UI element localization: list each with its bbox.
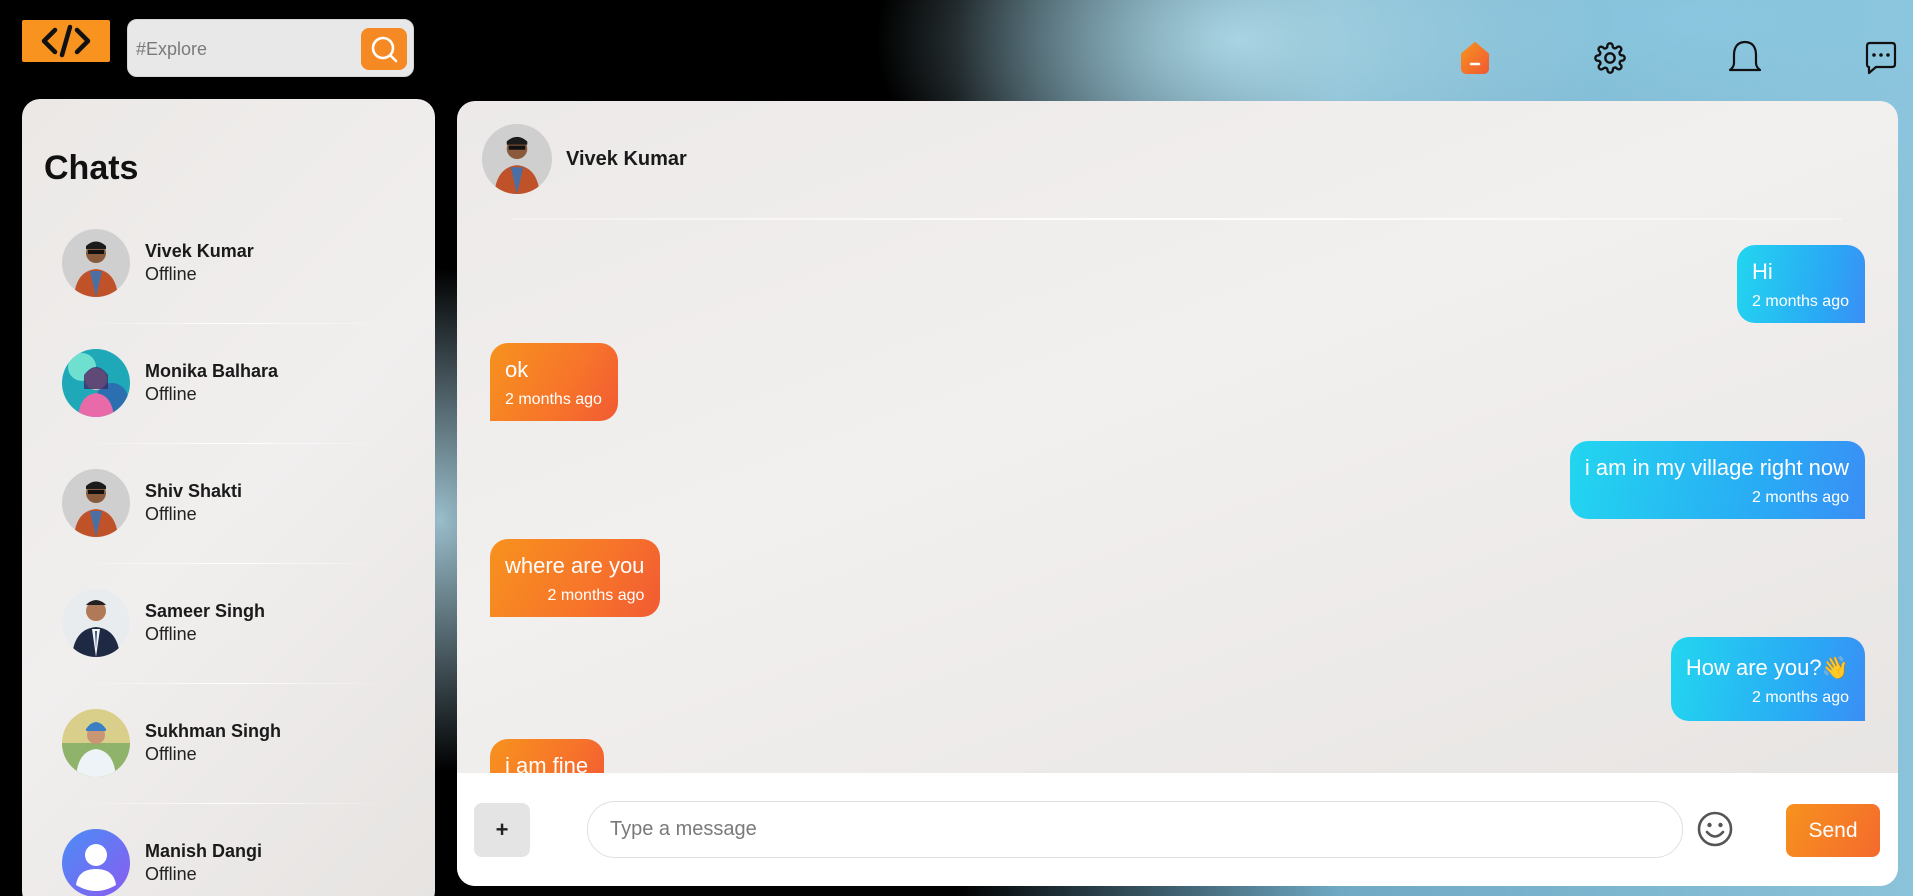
chat-list-item[interactable]: Manish Dangi Offline xyxy=(62,823,402,896)
outgoing-message: i am in my village right now 2 months ag… xyxy=(1569,441,1865,519)
chat-contact-name: Shiv Shakti xyxy=(145,481,243,501)
chat-divider xyxy=(72,683,392,684)
attach-button[interactable]: + xyxy=(474,803,530,857)
chat-list-item[interactable]: Shiv Shakti Offline xyxy=(62,463,402,543)
chat-list-item[interactable]: Sameer Singh Offline xyxy=(62,583,402,663)
chat-header: Vivek Kumar xyxy=(482,124,687,194)
message-composer: + Send xyxy=(457,773,1898,886)
avatar xyxy=(62,709,130,777)
chats-sidebar: Chats Vivek Kumar Offline Monika Balhara… xyxy=(22,99,435,896)
chat-window: Vivek Kumar Hi 2 months ago ok 2 months … xyxy=(457,101,1898,886)
search-input[interactable] xyxy=(136,32,356,66)
chat-contact-name: Vivek Kumar xyxy=(145,241,254,261)
message-text: where are you xyxy=(505,553,645,578)
chat-header-name: Vivek Kumar xyxy=(566,147,687,170)
message-text: How are you?👋 xyxy=(1685,655,1849,680)
sidebar-title: Chats xyxy=(44,149,139,187)
search-icon xyxy=(371,36,398,63)
gear-icon xyxy=(1594,42,1626,74)
chat-contact-status: Offline xyxy=(145,384,197,404)
chat-list-item[interactable]: Monika Balhara Offline xyxy=(62,343,402,423)
chat-divider xyxy=(72,443,392,444)
code-brackets-icon xyxy=(41,24,91,58)
chat-contact-status: Offline xyxy=(145,504,197,524)
chat-divider xyxy=(72,563,392,564)
chat-contact-status: Offline xyxy=(145,744,197,764)
chat-bubble-icon xyxy=(1865,41,1897,75)
message-text: Hi xyxy=(1752,259,1773,284)
message-time: 2 months ago xyxy=(1752,293,1849,310)
message-text: i am in my village right now xyxy=(1584,455,1849,480)
outgoing-message: Hi 2 months ago xyxy=(1737,245,1865,323)
message-time: 2 months ago xyxy=(1752,689,1849,706)
avatar xyxy=(62,349,130,417)
message-time: 2 months ago xyxy=(1752,489,1849,506)
home-icon xyxy=(1461,42,1489,74)
message-text: ok xyxy=(505,357,529,382)
send-button[interactable]: Send xyxy=(1786,804,1880,857)
chat-contact-name: Sameer Singh xyxy=(145,601,266,621)
message-time: 2 months ago xyxy=(547,587,645,604)
avatar xyxy=(62,469,130,537)
incoming-message: ok 2 months ago xyxy=(490,343,618,421)
header-divider xyxy=(512,218,1842,220)
chat-list-item[interactable]: Vivek Kumar Offline xyxy=(62,223,402,303)
smiley-icon xyxy=(1697,811,1733,847)
chat-divider xyxy=(72,323,392,324)
outgoing-message: How are you?👋 2 months ago xyxy=(1670,637,1865,721)
avatar[interactable] xyxy=(482,124,552,194)
chat-divider xyxy=(72,803,392,804)
app-logo[interactable] xyxy=(22,20,110,62)
avatar xyxy=(62,589,130,657)
nav-notifications[interactable] xyxy=(1725,38,1765,78)
chat-contact-name: Monika Balhara xyxy=(145,361,279,381)
chat-list-item[interactable]: Sukhman Singh Offline xyxy=(62,703,402,783)
nav-settings[interactable] xyxy=(1590,38,1630,78)
emoji-button[interactable] xyxy=(1696,810,1734,848)
nav-home[interactable] xyxy=(1455,38,1495,78)
search-bar xyxy=(127,19,414,77)
chat-contact-status: Offline xyxy=(145,264,197,284)
incoming-message: where are you 2 months ago xyxy=(490,539,661,617)
avatar xyxy=(62,829,130,896)
bell-icon xyxy=(1728,40,1762,72)
chat-contact-name: Manish Dangi xyxy=(145,841,263,861)
message-input[interactable] xyxy=(587,801,1683,858)
message-time: 2 months ago xyxy=(505,391,602,408)
avatar xyxy=(62,229,130,297)
search-button[interactable] xyxy=(361,28,407,70)
chat-contact-name: Sukhman Singh xyxy=(145,721,282,741)
chat-contact-status: Offline xyxy=(145,864,197,884)
chat-contact-status: Offline xyxy=(145,624,197,644)
nav-messages[interactable] xyxy=(1860,38,1900,78)
